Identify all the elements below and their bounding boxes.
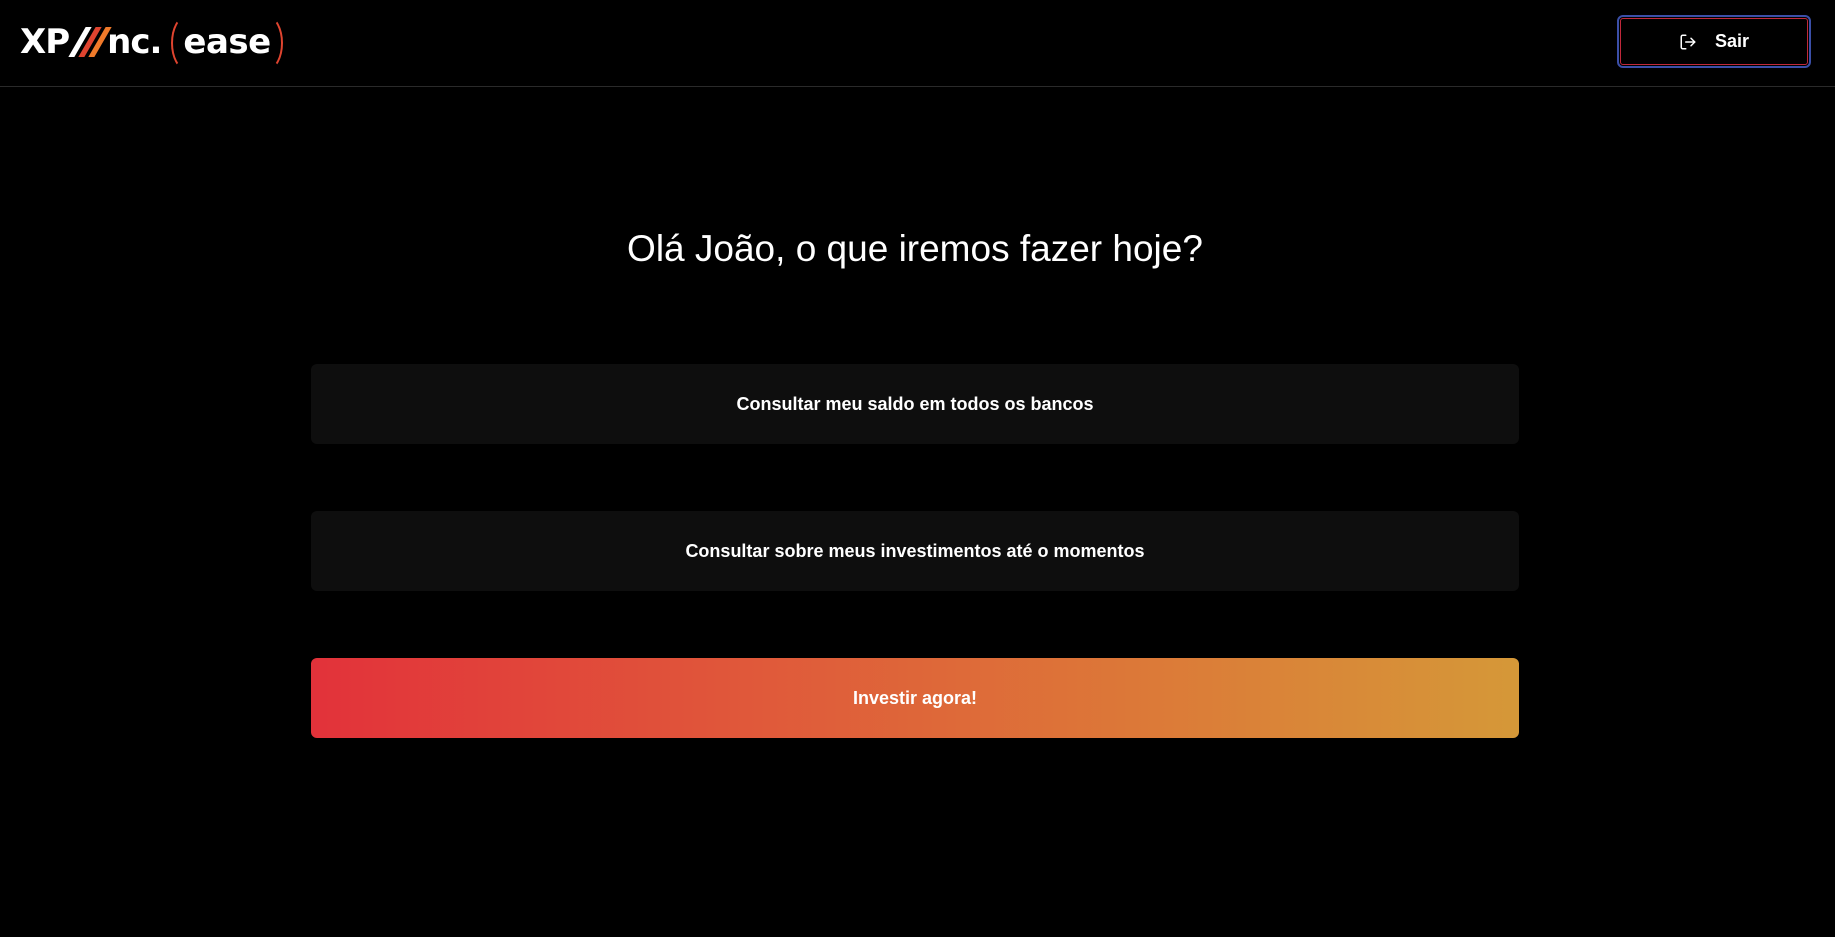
logout-button[interactable]: Sair bbox=[1617, 15, 1811, 68]
check-balance-button[interactable]: Consultar meu saldo em todos os bancos bbox=[311, 364, 1519, 444]
logo-bracket-right-icon bbox=[253, 16, 283, 70]
check-investments-button[interactable]: Consultar sobre meus investimentos até o… bbox=[311, 511, 1519, 591]
logo-xp-inc: XP nc. bbox=[20, 22, 162, 62]
page-title: Olá João, o que iremos fazer hoje? bbox=[627, 228, 1203, 269]
check-balance-label: Consultar meu saldo em todos os bancos bbox=[736, 393, 1094, 414]
header: XP nc. ease Sair bbox=[0, 0, 1835, 87]
logo-slashes-icon bbox=[68, 27, 112, 57]
logout-label: Sair bbox=[1714, 31, 1750, 51]
logo-ease: ease bbox=[171, 16, 283, 70]
invest-now-label: Investir agora! bbox=[852, 687, 978, 708]
logo-brand-suffix: nc. bbox=[107, 22, 162, 62]
check-investments-label: Consultar sobre meus investimentos até o… bbox=[685, 540, 1145, 561]
logout-icon bbox=[1680, 34, 1696, 49]
logo-brand-text: XP bbox=[20, 22, 70, 62]
logo: XP nc. ease bbox=[20, 14, 283, 70]
invest-now-button[interactable]: Investir agora! bbox=[311, 658, 1519, 738]
